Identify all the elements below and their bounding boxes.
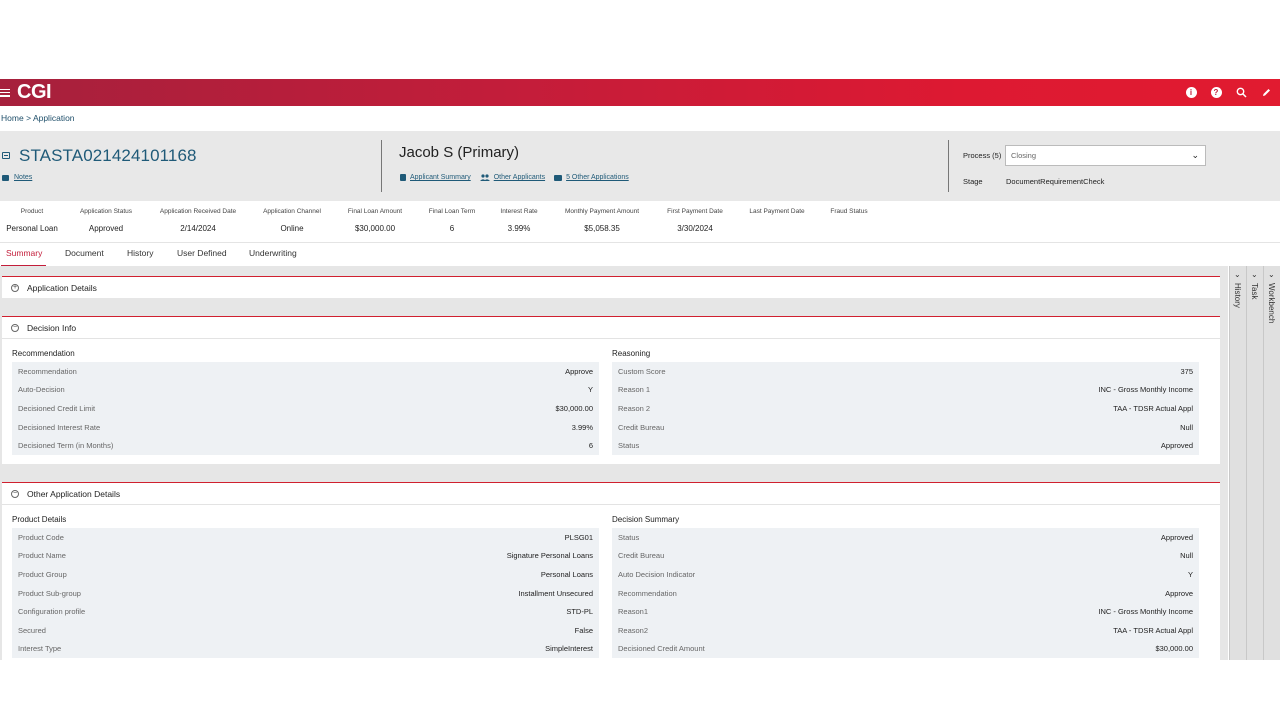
- breadcrumb-current[interactable]: Application: [33, 113, 75, 123]
- stage-value: DocumentRequirementCheck: [1006, 177, 1105, 186]
- collapse-icon[interactable]: −: [11, 489, 19, 498]
- side-tab-task[interactable]: ⌄ Task: [1246, 266, 1262, 660]
- folder-icon: [554, 174, 563, 181]
- decision-info-header[interactable]: − Decision Info: [2, 317, 1220, 338]
- kv-row: Custom Score 375: [618, 366, 1193, 376]
- content-area: + Application Details − Decision Info Re…: [0, 266, 1228, 660]
- recommendation-list: Recommendation Approve Auto-Decision Y Dec…: [12, 362, 599, 455]
- tab-bar: Summary Document History User Defined Un…: [0, 242, 1280, 267]
- info-icon[interactable]: i: [1185, 87, 1197, 99]
- kv-row: Decisioned Term (in Months) 6: [18, 441, 593, 451]
- application-summary-row: Product Personal Loan Application Status A…: [6, 208, 868, 233]
- applicant-summary-label[interactable]: Applicant Summary: [410, 174, 471, 181]
- kv-row: Status Approved: [618, 532, 1193, 542]
- application-card-icon: [2, 152, 10, 159]
- application-details-title: Application Details: [27, 282, 97, 293]
- header-divider: [381, 140, 382, 192]
- kv-row: Decisioned Credit Limit $30,000.00: [18, 403, 593, 413]
- other-applicants-link[interactable]: Other Applicants: [479, 174, 545, 181]
- side-panel-tabs: ⌄ History ⌄ Task ⌄ Workbench: [1229, 266, 1280, 660]
- process-select[interactable]: Closing ⌄: [1005, 145, 1206, 166]
- chevron-down-icon: ⌄: [1268, 270, 1275, 279]
- decision-summary-title: Decision Summary: [612, 515, 680, 524]
- recommendation-title: Recommendation: [12, 349, 75, 358]
- menu-icon[interactable]: [0, 88, 10, 97]
- other-application-details-header[interactable]: − Other Application Details: [2, 483, 1220, 504]
- kv-row: Recommendation Approve: [618, 588, 1193, 598]
- side-tab-history-label: History: [1233, 283, 1242, 308]
- kv-row: Product Sub-group Installment Unsecured: [18, 588, 593, 598]
- page: CGI i ? Home > Application STASTA0214241…: [0, 0, 1280, 720]
- product-details-title: Product Details: [12, 515, 67, 524]
- application-details-header[interactable]: + Application Details: [2, 277, 1220, 298]
- side-tab-task-label: Task: [1250, 283, 1259, 300]
- applicant-name: Jacob S (Primary): [399, 144, 520, 161]
- product-details-list: Product Code PLSG01 Product Name Signature…: [12, 528, 599, 659]
- chevron-down-icon: ⌄: [1191, 150, 1199, 160]
- side-tab-workbench[interactable]: ⌄ Workbench: [1263, 266, 1279, 660]
- application-header: [0, 131, 1280, 201]
- kv-row: Reason 1 INC - Gross Monthly Income: [618, 385, 1193, 395]
- side-tab-workbench-label: Workbench: [1267, 283, 1276, 324]
- tab-summary[interactable]: Summary: [6, 248, 42, 258]
- process-label: Process (5): [963, 151, 1002, 160]
- edit-icon[interactable]: [1260, 87, 1272, 99]
- chevron-down-icon: ⌄: [1251, 270, 1258, 279]
- reasoning-title: Reasoning: [612, 349, 651, 358]
- other-applicants-label[interactable]: Other Applicants: [494, 174, 545, 181]
- application-details-panel: + Application Details: [2, 276, 1220, 298]
- application-id: STASTA021424101168: [19, 146, 197, 165]
- header-divider-right: [948, 140, 949, 192]
- search-icon[interactable]: [1235, 87, 1247, 99]
- kv-row: Credit Bureau Null: [618, 551, 1193, 561]
- kv-row: Product Code PLSG01: [18, 532, 593, 542]
- other-applications-label[interactable]: 5 Other Applications: [566, 174, 629, 181]
- tab-history[interactable]: History: [127, 248, 153, 258]
- applicant-summary-link[interactable]: Applicant Summary: [400, 174, 471, 181]
- tab-document[interactable]: Document: [65, 248, 104, 258]
- kv-row: Status Approved: [618, 441, 1193, 451]
- applicant-links: Applicant Summary Other Applicants 5 Oth…: [400, 174, 629, 181]
- kv-row: Decisioned Interest Rate 3.99%: [18, 422, 593, 432]
- notes-label[interactable]: Notes: [14, 174, 32, 181]
- notes-link[interactable]: Notes: [2, 174, 32, 181]
- top-header-bar: CGI i ?: [0, 79, 1280, 106]
- breadcrumb: Home > Application: [1, 113, 75, 123]
- side-tab-history[interactable]: ⌄ History: [1229, 266, 1245, 660]
- cgi-logo[interactable]: CGI: [17, 81, 52, 104]
- chevron-down-icon: ⌄: [1234, 270, 1241, 279]
- kv-row: Product Name Signature Personal Loans: [18, 551, 593, 561]
- help-icon[interactable]: ?: [1210, 87, 1222, 99]
- kv-row: Recommendation Approve: [18, 366, 593, 376]
- other-applications-link[interactable]: 5 Other Applications: [554, 174, 629, 181]
- kv-row: Auto Decision Indicator Y: [618, 569, 1193, 579]
- people-icon: [479, 174, 490, 181]
- collapse-icon[interactable]: −: [11, 323, 19, 332]
- reasoning-list: Custom Score 375 Reason 1 INC - Gross Mont…: [612, 362, 1199, 455]
- kv-row: Interest Type SimpleInterest: [18, 644, 593, 654]
- process-value: Closing: [1011, 151, 1037, 160]
- kv-row: Reason2 TAA - TDSR Actual Appl: [618, 625, 1193, 635]
- kv-row: Auto-Decision Y: [18, 385, 593, 395]
- contact-card-icon: [400, 174, 406, 181]
- expand-icon[interactable]: +: [11, 283, 19, 292]
- decision-summary-list: Status Approved Credit Bureau Null Auto De…: [612, 528, 1199, 659]
- decision-info-panel: − Decision Info Recommendation Recommend…: [2, 316, 1220, 464]
- breadcrumb-separator: >: [26, 113, 32, 123]
- decision-info-title: Decision Info: [27, 322, 77, 333]
- kv-row: Decisioned Credit Amount $30,000.00: [618, 644, 1193, 654]
- notes-icon: [2, 174, 9, 181]
- kv-row: Secured False: [18, 625, 593, 635]
- kv-row: Product Group Personal Loans: [18, 569, 593, 579]
- other-application-details-panel: − Other Application Details Product Deta…: [2, 482, 1220, 660]
- stage-label: Stage: [963, 177, 983, 186]
- kv-row: Configuration profile STD-PL: [18, 607, 593, 617]
- kv-row: Reason 2 TAA - TDSR Actual Appl: [618, 403, 1193, 413]
- tab-user-defined[interactable]: User Defined: [177, 248, 227, 258]
- tab-underwriting[interactable]: Underwriting: [249, 248, 297, 258]
- other-application-details-title: Other Application Details: [27, 488, 121, 499]
- breadcrumb-home[interactable]: Home: [1, 113, 24, 123]
- kv-row: Reason1 INC - Gross Monthly Income: [618, 607, 1193, 617]
- kv-row: Credit Bureau Null: [618, 422, 1193, 432]
